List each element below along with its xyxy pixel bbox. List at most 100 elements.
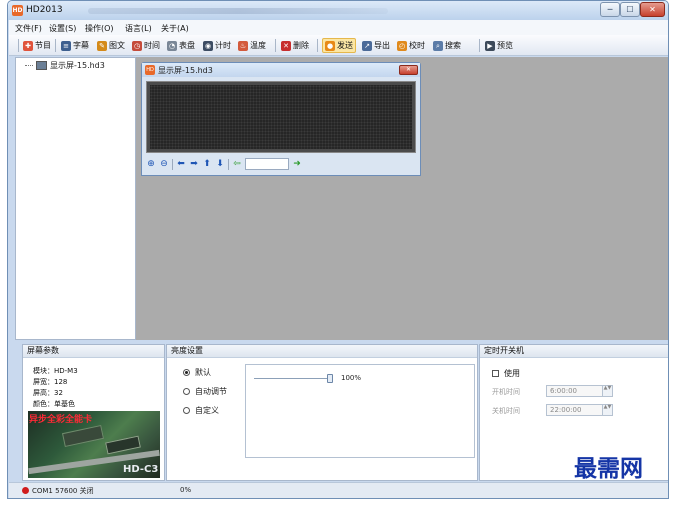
toolbar-separator xyxy=(317,39,318,52)
brightness-header: 亮度设置 xyxy=(167,345,477,358)
tree-item-screen[interactable]: 显示屏-15.hd3 xyxy=(25,60,105,71)
toolbar-label: 计时 xyxy=(215,41,231,50)
tree-connector xyxy=(25,65,33,66)
module-info: 模块：HD-M3 xyxy=(33,367,78,375)
led-preview-frame xyxy=(146,81,416,153)
power-on-label: 开机时间 xyxy=(492,388,520,396)
toolbar-program-button[interactable]: ✚ 节目 xyxy=(23,39,51,52)
brightness-auto-radio[interactable]: 自动调节 xyxy=(183,386,227,397)
workspace: HD 显示屏-15.hd3 ✕ ⊕ ⊖ ⬅ ➡ ⬆ ⬇ ⇦ ➜ xyxy=(136,57,668,340)
timer-power-panel: 定时开关机 使用 开机时间 6:00:00 ▲▼ 关机时间 22:00:00 ▲… xyxy=(479,344,668,482)
width-info: 屏宽：128 xyxy=(33,378,68,386)
toolbar-time-button[interactable]: ◷ 时间 xyxy=(132,39,160,52)
radio-label: 默认 xyxy=(195,368,211,377)
radio-label: 自动调节 xyxy=(195,387,227,396)
toolbar-picture-text-button[interactable]: ✎ 图文 xyxy=(97,39,125,52)
brightness-default-radio[interactable]: 默认 xyxy=(183,367,211,378)
toolbar-separator xyxy=(18,39,19,52)
power-off-spinner[interactable]: ▲▼ xyxy=(602,404,613,416)
child-title-bar[interactable]: HD 显示屏-15.hd3 ✕ xyxy=(142,63,420,77)
brightness-slider-thumb[interactable] xyxy=(327,374,333,383)
toolbar-label: 预览 xyxy=(497,41,513,50)
picture-text-icon: ✎ xyxy=(97,40,107,51)
toolbar-label: 搜索 xyxy=(445,41,461,50)
app-icon: HD xyxy=(12,5,23,16)
position-input[interactable] xyxy=(245,158,289,170)
brightness-slider-area: 100% xyxy=(245,364,475,458)
preview-tools: ⊕ ⊖ ⬅ ➡ ⬆ ⬇ ⇦ ➜ xyxy=(146,157,302,171)
toolbar-separator xyxy=(479,39,480,52)
menu-about[interactable]: 关于(A) xyxy=(161,23,189,34)
toolbar-timer-button[interactable]: ◉ 计时 xyxy=(203,39,231,52)
photo-chip xyxy=(61,424,105,448)
use-timer-checkbox[interactable]: 使用 xyxy=(492,368,520,379)
minimize-button[interactable]: ─ xyxy=(600,2,620,17)
radio-dot xyxy=(183,407,190,414)
program-tree: 显示屏-15.hd3 xyxy=(15,57,136,340)
arrow-right-icon[interactable]: ➡ xyxy=(189,159,199,169)
display-screen-icon xyxy=(36,61,47,70)
close-button[interactable]: ✕ xyxy=(640,2,665,17)
arrow-up-icon[interactable]: ⬆ xyxy=(202,159,212,169)
toolbar-subtitle-button[interactable]: ≡ 字幕 xyxy=(61,39,89,52)
menu-language[interactable]: 语言(L) xyxy=(125,23,152,34)
go-forward-icon[interactable]: ➜ xyxy=(292,159,302,169)
maximize-button[interactable]: ☐ xyxy=(620,2,640,17)
go-back-icon[interactable]: ⇦ xyxy=(232,159,242,169)
toolbar-temperature-button[interactable]: ♨ 温度 xyxy=(238,39,266,52)
screen-params-header: 屏幕参数 xyxy=(23,345,164,358)
toolbar-delete-button[interactable]: ✕ 删除 xyxy=(281,39,309,52)
toolbar-clock-sync-button[interactable]: ◴ 校时 xyxy=(397,39,425,52)
screen-preview-window: HD 显示屏-15.hd3 ✕ ⊕ ⊖ ⬅ ➡ ⬆ ⬇ ⇦ ➜ xyxy=(141,62,421,176)
toolbar-send-button[interactable]: ● 发送 xyxy=(322,38,356,53)
export-icon: ↗ xyxy=(362,40,372,51)
toolbar-separator xyxy=(275,39,276,52)
power-off-time-input[interactable]: 22:00:00 xyxy=(546,404,606,416)
brightness-custom-radio[interactable]: 自定义 xyxy=(183,405,219,416)
title-bar[interactable]: HD HD2013 ─ ☐ ✕ xyxy=(8,1,668,20)
toolbar-label: 字幕 xyxy=(73,41,89,50)
checkbox-box xyxy=(492,370,499,377)
led-matrix xyxy=(150,85,412,149)
zoom-out-icon[interactable]: ⊖ xyxy=(159,159,169,169)
delete-icon: ✕ xyxy=(281,40,291,51)
timer-power-header: 定时开关机 xyxy=(480,345,668,358)
subtitle-icon: ≡ xyxy=(61,40,71,51)
toolbar-label: 发送 xyxy=(337,41,353,50)
power-off-label: 关机时间 xyxy=(492,407,520,415)
dial-icon: ◔ xyxy=(167,40,177,51)
toolbar-label: 时间 xyxy=(144,41,160,50)
tools-separator xyxy=(172,158,173,170)
toolbar-dial-button[interactable]: ◔ 表盘 xyxy=(167,39,195,52)
preview-icon: ▶ xyxy=(485,40,495,51)
menu-file[interactable]: 文件(F) xyxy=(15,23,42,34)
menu-operation[interactable]: 操作(O) xyxy=(85,23,114,34)
photo-chip xyxy=(105,435,141,455)
child-app-icon: HD xyxy=(145,65,155,75)
height-info: 屏高：32 xyxy=(33,389,63,397)
tools-separator xyxy=(228,158,229,170)
toolbar-export-button[interactable]: ↗ 导出 xyxy=(362,39,390,52)
power-on-spinner[interactable]: ▲▼ xyxy=(602,385,613,397)
toolbar-search-button[interactable]: ⌕ 搜索 xyxy=(433,39,461,52)
power-on-time-input[interactable]: 6:00:00 xyxy=(546,385,606,397)
menu-settings[interactable]: 设置(S) xyxy=(49,23,76,34)
child-close-button[interactable]: ✕ xyxy=(399,65,418,75)
toolbar-label: 校时 xyxy=(409,41,425,50)
radio-dot xyxy=(183,388,190,395)
brightness-panel: 亮度设置 默认 自动调节 自定义 100% xyxy=(166,344,478,481)
tree-item-label: 显示屏-15.hd3 xyxy=(50,61,105,70)
search-icon: ⌕ xyxy=(433,40,443,51)
arrow-left-icon[interactable]: ⬅ xyxy=(176,159,186,169)
zoom-in-icon[interactable]: ⊕ xyxy=(146,159,156,169)
child-window-title: 显示屏-15.hd3 xyxy=(158,66,213,75)
toolbar-label: 表盘 xyxy=(179,41,195,50)
menu-bar: 文件(F) 设置(S) 操作(O) 语言(L) 关于(A) xyxy=(9,20,668,35)
radio-dot xyxy=(183,369,190,376)
main-window: HD HD2013 ─ ☐ ✕ 文件(F) 设置(S) 操作(O) 语言(L) … xyxy=(7,0,669,499)
toolbar-preview-button[interactable]: ▶ 预览 xyxy=(485,39,513,52)
checkbox-label: 使用 xyxy=(504,369,520,378)
screen-params-panel: 屏幕参数 模块：HD-M3 屏宽：128 屏高：32 颜色：单基色 异步全彩全能… xyxy=(22,344,165,481)
timer-icon: ◉ xyxy=(203,40,213,51)
arrow-down-icon[interactable]: ⬇ xyxy=(215,159,225,169)
